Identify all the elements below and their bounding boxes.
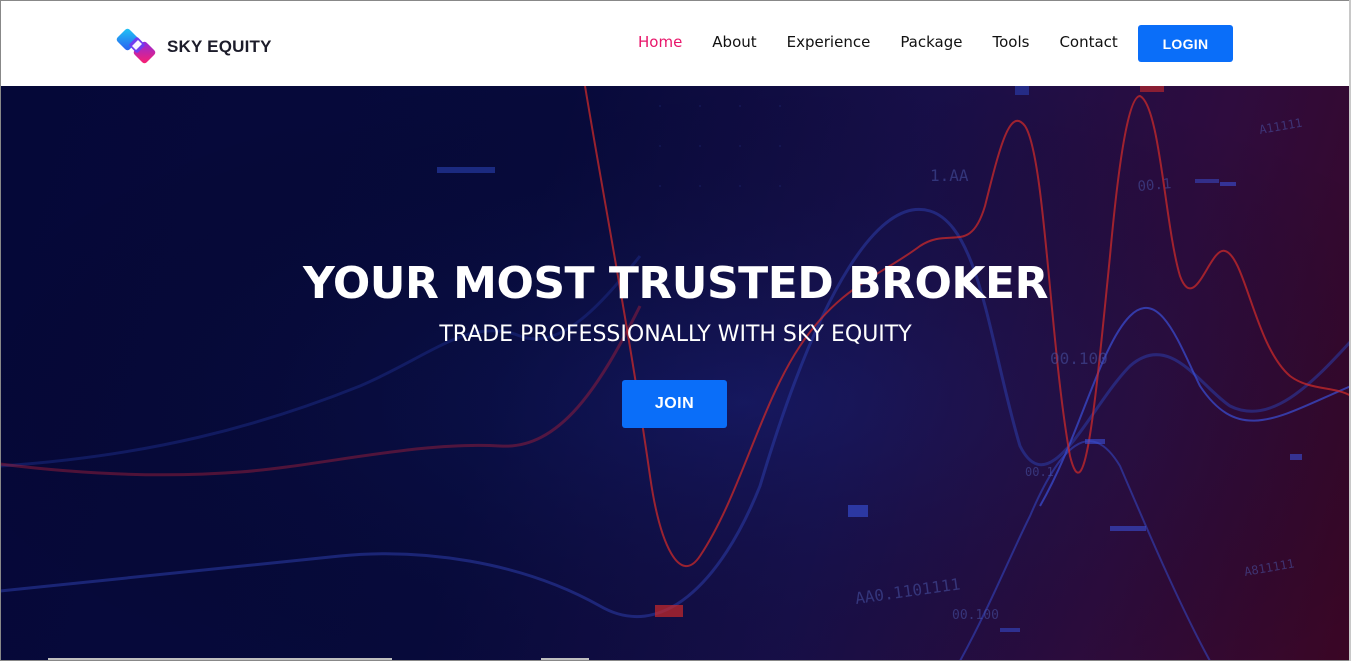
hero-chart-background: 1.AA 00.1 00.100 00.1 AA0.1101111 00.100… [0, 86, 1351, 661]
navbar: SKY EQUITY Home About Experience Package… [0, 0, 1351, 86]
nav-item-experience[interactable]: Experience [787, 33, 871, 51]
nav-item-home[interactable]: Home [638, 33, 682, 51]
bg-label: 00.1 [1025, 465, 1054, 479]
hero-subtitle: TRADE PROFESSIONALLY WITH SKY EQUITY [439, 322, 912, 347]
brand-name: SKY EQUITY [167, 37, 272, 56]
bg-label: 1.AA [930, 166, 969, 185]
bg-label: 00.100 [952, 608, 999, 623]
join-button[interactable]: JOIN [622, 380, 727, 428]
nav-item-about[interactable]: About [712, 33, 756, 51]
hero-title: YOUR MOST TRUSTED BROKER [303, 258, 1048, 309]
login-button[interactable]: LOGIN [1138, 25, 1233, 62]
nav-item-tools[interactable]: Tools [993, 33, 1030, 51]
logo-icon [116, 28, 156, 64]
nav-item-package[interactable]: Package [900, 33, 962, 51]
nav-item-contact[interactable]: Contact [1059, 33, 1117, 51]
bg-label: 00.100 [1050, 349, 1108, 368]
brand-logo[interactable]: SKY EQUITY [116, 25, 272, 67]
main-nav: Home About Experience Package Tools Cont… [638, 33, 1148, 51]
bg-label: 00.1 [1137, 176, 1172, 195]
hero-section: 1.AA 00.1 00.100 00.1 AA0.1101111 00.100… [0, 86, 1351, 661]
